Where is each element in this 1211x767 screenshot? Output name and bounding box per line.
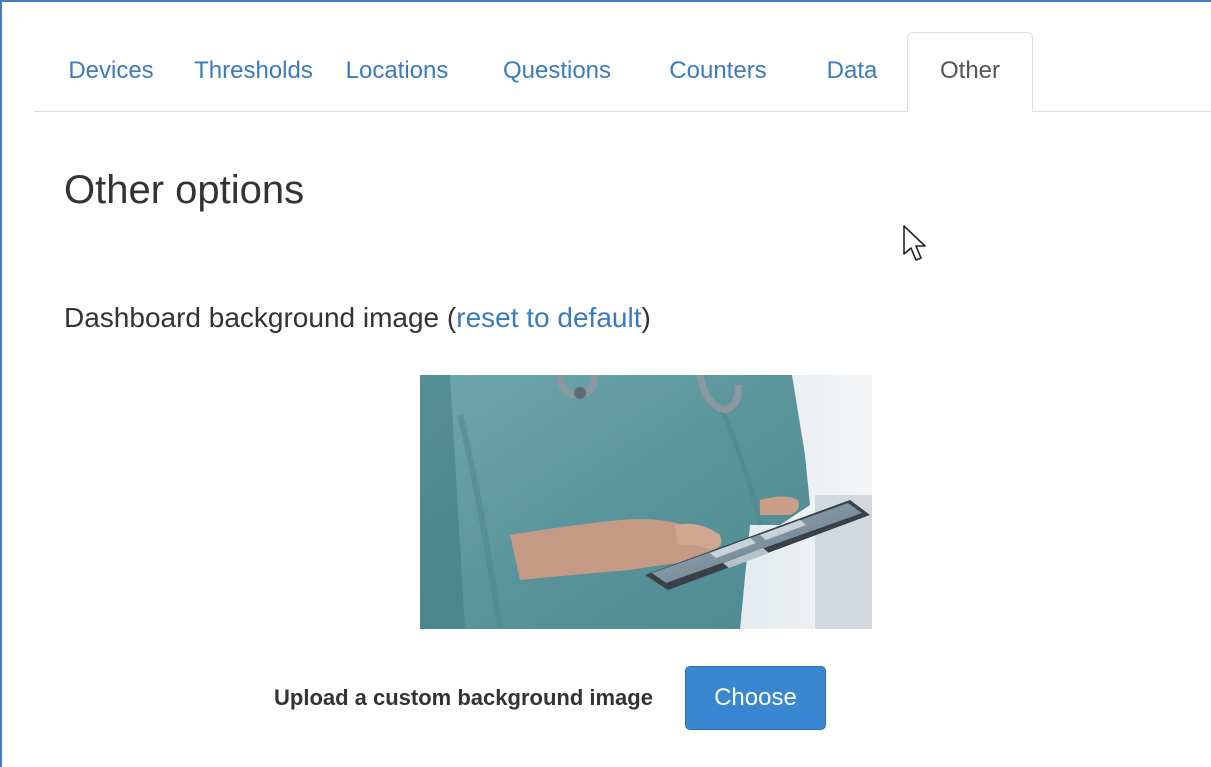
tab-questions[interactable]: Questions (475, 33, 639, 111)
tab-locations[interactable]: Locations (319, 33, 475, 111)
tab-other[interactable]: Other (907, 32, 1033, 112)
page-title: Other options (64, 168, 305, 212)
reset-to-default-link[interactable]: reset to default (456, 302, 641, 333)
upload-label: Upload a custom background image (274, 685, 653, 710)
clinician-with-tablet-photo-icon (420, 375, 872, 629)
tab-devices[interactable]: Devices (34, 33, 188, 111)
paren-open: ( (446, 302, 457, 333)
upload-row: Upload a custom background image Choose (274, 666, 826, 730)
background-image-preview (420, 375, 872, 629)
tab-data[interactable]: Data (797, 33, 907, 111)
paren-close: ) (641, 302, 651, 333)
mouse-pointer-icon (903, 225, 926, 261)
app-frame: Devices Thresholds Locations Questions C… (0, 0, 1211, 767)
choose-button[interactable]: Choose (684, 666, 826, 730)
tab-counters[interactable]: Counters (639, 33, 797, 111)
background-image-heading: Dashboard background image (reset to def… (64, 302, 651, 334)
background-image-label: Dashboard background image (64, 302, 440, 333)
tab-thresholds[interactable]: Thresholds (188, 33, 319, 111)
tab-bar: Devices Thresholds Locations Questions C… (34, 32, 1211, 112)
